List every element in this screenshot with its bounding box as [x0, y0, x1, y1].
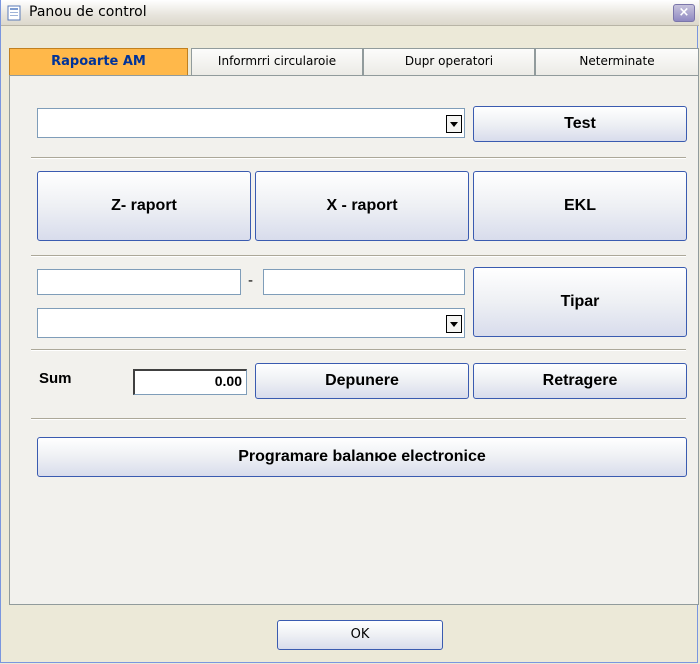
- device-select[interactable]: [37, 108, 465, 138]
- range-to-field[interactable]: [263, 269, 465, 295]
- divider: [31, 349, 686, 351]
- tab-rapoarte-am[interactable]: Rapoarte AM: [9, 48, 188, 75]
- ekl-button[interactable]: EKL: [473, 171, 687, 241]
- window-title: Panou de control: [29, 4, 147, 20]
- range-dash: -: [248, 273, 254, 289]
- print-button[interactable]: Tipar: [473, 267, 687, 337]
- control-panel-window: Panou de control × Rapoarte AM Informrri…: [0, 0, 699, 663]
- program-scales-button[interactable]: Programare balanюe electronice: [37, 437, 687, 477]
- divider: [31, 255, 686, 257]
- divider: [31, 157, 686, 159]
- window-icon: [7, 5, 21, 21]
- test-button[interactable]: Test: [473, 106, 687, 142]
- title-bar: Panou de control ×: [1, 0, 699, 26]
- withdraw-button[interactable]: Retragere: [473, 363, 687, 399]
- range-from-field[interactable]: [37, 269, 241, 295]
- tab-neterminate[interactable]: Neterminate: [535, 48, 699, 75]
- z-report-button[interactable]: Z- raport: [37, 171, 251, 241]
- sum-field[interactable]: 0.00: [133, 369, 247, 395]
- report-type-select[interactable]: [37, 308, 465, 338]
- sum-label: Sum: [39, 370, 72, 387]
- divider: [31, 418, 686, 420]
- ok-button[interactable]: OK: [277, 620, 443, 650]
- tab-dupa-operatori[interactable]: Dupr operatori: [363, 48, 535, 75]
- tab-informatii-circulatie[interactable]: Informrri circularoie: [191, 48, 363, 75]
- chevron-down-icon[interactable]: [446, 115, 462, 133]
- tab-panel-rapoarte: [9, 75, 699, 605]
- chevron-down-icon[interactable]: [446, 315, 462, 333]
- deposit-button[interactable]: Depunere: [255, 363, 469, 399]
- tab-strip: Rapoarte AM Informrri circularoie Dupr o…: [9, 48, 699, 75]
- close-icon[interactable]: ×: [673, 4, 695, 22]
- x-report-button[interactable]: X - raport: [255, 171, 469, 241]
